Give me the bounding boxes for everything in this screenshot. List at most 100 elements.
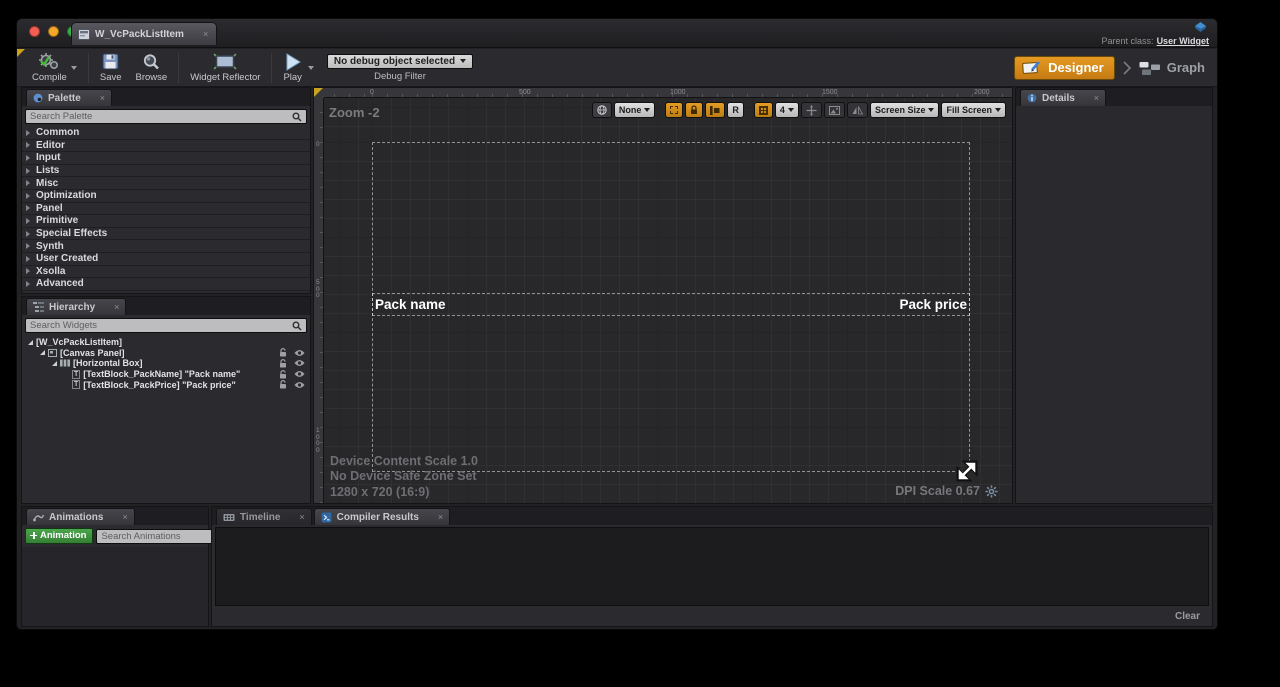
horizontal-box-icon: [60, 359, 70, 367]
rotation-mode-button[interactable]: R: [727, 102, 744, 118]
hierarchy-tree: [W_VcPackListItem] [Canvas Panel]: [22, 336, 310, 503]
fill-screen-dropdown[interactable]: Fill Screen: [941, 102, 1006, 118]
palette-item-common[interactable]: Common: [22, 127, 310, 140]
timeline-close-icon[interactable]: ×: [285, 512, 304, 522]
expand-arrow-icon[interactable]: [26, 281, 30, 287]
hierarchy-row-root[interactable]: [W_VcPackListItem]: [22, 337, 310, 348]
dpi-settings-gear-icon[interactable]: [985, 485, 998, 498]
lock-open-icon[interactable]: [279, 348, 287, 357]
lock-open-icon[interactable]: [279, 380, 287, 389]
hierarchy-row-canvas-panel[interactable]: [Canvas Panel]: [22, 348, 310, 359]
expanded-arrow-icon[interactable]: [28, 340, 33, 345]
compile-dropdown-caret-icon[interactable]: [71, 66, 77, 70]
expand-arrow-icon[interactable]: [26, 180, 30, 186]
asset-tab-close-icon[interactable]: ×: [189, 29, 208, 39]
hierarchy-search-input[interactable]: [30, 320, 292, 331]
palette-item-xsolla[interactable]: Xsolla: [22, 266, 310, 279]
play-dropdown-caret-icon[interactable]: [308, 66, 314, 70]
graph-mode-button[interactable]: Graph: [1139, 60, 1205, 76]
preview-background-button[interactable]: [824, 102, 845, 118]
palette-search-input[interactable]: [30, 111, 292, 122]
palette-item-primitive[interactable]: Primitive: [22, 215, 310, 228]
resize-handle-icon[interactable]: [956, 460, 978, 482]
palette-item-misc[interactable]: Misc: [22, 177, 310, 190]
packname-textblock[interactable]: Pack name: [375, 297, 446, 312]
animations-tab[interactable]: Animations ×: [26, 508, 135, 525]
save-button[interactable]: Save: [93, 51, 129, 84]
grid-size-dropdown[interactable]: 4: [775, 102, 799, 118]
expand-arrow-icon[interactable]: [26, 168, 30, 174]
desktop-background: W_VcPackListItem × Parent class:User Wid…: [0, 0, 1280, 687]
flow-direction-dropdown[interactable]: None: [614, 102, 656, 118]
play-button[interactable]: Play: [276, 51, 320, 84]
lock-widgets-toggle[interactable]: [685, 102, 703, 118]
hierarchy-row-textblock-packname[interactable]: T [TextBlock_PackName] "Pack name": [22, 369, 310, 380]
timeline-tab[interactable]: Timeline ×: [216, 508, 312, 525]
palette-tab[interactable]: Palette ×: [26, 89, 112, 106]
details-tab[interactable]: Details ×: [1020, 89, 1106, 106]
window-minimize-button[interactable]: [48, 26, 59, 37]
compile-button[interactable]: Compile: [25, 51, 84, 84]
palette-close-icon[interactable]: ×: [86, 93, 105, 103]
widget-reflector-button[interactable]: Widget Reflector: [183, 51, 267, 84]
expand-arrow-icon[interactable]: [26, 205, 30, 211]
palette-item-user-created[interactable]: User Created: [22, 253, 310, 266]
animations-close-icon[interactable]: ×: [108, 512, 127, 522]
class-settings-icon[interactable]: [1194, 22, 1207, 33]
add-animation-button[interactable]: Animation: [25, 528, 93, 544]
expand-arrow-icon[interactable]: [26, 231, 30, 237]
expand-arrow-icon[interactable]: [26, 243, 30, 249]
eye-visibility-icon[interactable]: [294, 349, 305, 357]
hierarchy-close-icon[interactable]: ×: [100, 302, 119, 312]
compiler-output-area[interactable]: [215, 527, 1209, 606]
hierarchy-tab[interactable]: Hierarchy ×: [26, 298, 126, 315]
asset-tab[interactable]: W_VcPackListItem ×: [71, 22, 217, 45]
parent-class-link[interactable]: User Widget: [1157, 36, 1209, 46]
expand-arrow-icon[interactable]: [26, 130, 30, 136]
lock-open-icon[interactable]: [279, 359, 287, 368]
grid-snapping-toggle[interactable]: [754, 102, 773, 118]
palette-item-special-effects[interactable]: Special Effects: [22, 228, 310, 241]
expand-arrow-icon[interactable]: [26, 142, 30, 148]
palette-item-input[interactable]: Input: [22, 152, 310, 165]
browse-button[interactable]: Browse: [129, 51, 175, 84]
hierarchy-row-textblock-packprice[interactable]: T [TextBlock_PackPrice] "Pack price": [22, 379, 310, 390]
screen-size-dropdown[interactable]: Screen Size: [870, 102, 940, 118]
palette-item-advanced[interactable]: Advanced: [22, 278, 310, 291]
eye-visibility-icon[interactable]: [294, 359, 305, 367]
designer-mode-button[interactable]: Designer: [1014, 56, 1115, 80]
compiler-results-tab[interactable]: Compiler Results ×: [314, 508, 451, 525]
palette-search[interactable]: [25, 109, 307, 124]
palette-item-synth[interactable]: Synth: [22, 240, 310, 253]
hierarchy-row-horizontal-box[interactable]: [Horizontal Box]: [22, 358, 310, 369]
mirror-preview-button[interactable]: [847, 102, 868, 118]
clear-button[interactable]: Clear: [1175, 611, 1200, 622]
palette-item-editor[interactable]: Editor: [22, 140, 310, 153]
details-close-icon[interactable]: ×: [1080, 93, 1099, 103]
ruler-label: 500: [316, 280, 322, 300]
expand-arrow-icon[interactable]: [26, 256, 30, 262]
window-close-button[interactable]: [29, 26, 40, 37]
lock-open-icon[interactable]: [279, 370, 287, 379]
debug-object-dropdown[interactable]: No debug object selected: [327, 54, 473, 69]
transform-mode-button[interactable]: [801, 102, 822, 118]
hierarchy-search[interactable]: [25, 318, 307, 333]
respect-locks-toggle[interactable]: [705, 102, 725, 118]
show-outlines-toggle[interactable]: [665, 102, 683, 118]
horizontal-box-outline[interactable]: Pack name Pack price: [372, 293, 970, 316]
designer-viewport[interactable]: 0 500 1000 1500 2000 0 500 1000 Zoom -2: [313, 87, 1013, 504]
expanded-arrow-icon[interactable]: [40, 350, 45, 355]
expanded-arrow-icon[interactable]: [52, 361, 57, 366]
expand-arrow-icon[interactable]: [26, 193, 30, 199]
expand-arrow-icon[interactable]: [26, 218, 30, 224]
eye-visibility-icon[interactable]: [294, 381, 305, 389]
expand-arrow-icon[interactable]: [26, 268, 30, 274]
eye-visibility-icon[interactable]: [294, 370, 305, 378]
packprice-textblock[interactable]: Pack price: [899, 297, 967, 312]
palette-item-lists[interactable]: Lists: [22, 165, 310, 178]
compiler-results-close-icon[interactable]: ×: [424, 512, 443, 522]
expand-arrow-icon[interactable]: [26, 155, 30, 161]
palette-item-optimization[interactable]: Optimization: [22, 190, 310, 203]
localization-preview-button[interactable]: [592, 102, 612, 118]
palette-item-panel[interactable]: Panel: [22, 203, 310, 216]
